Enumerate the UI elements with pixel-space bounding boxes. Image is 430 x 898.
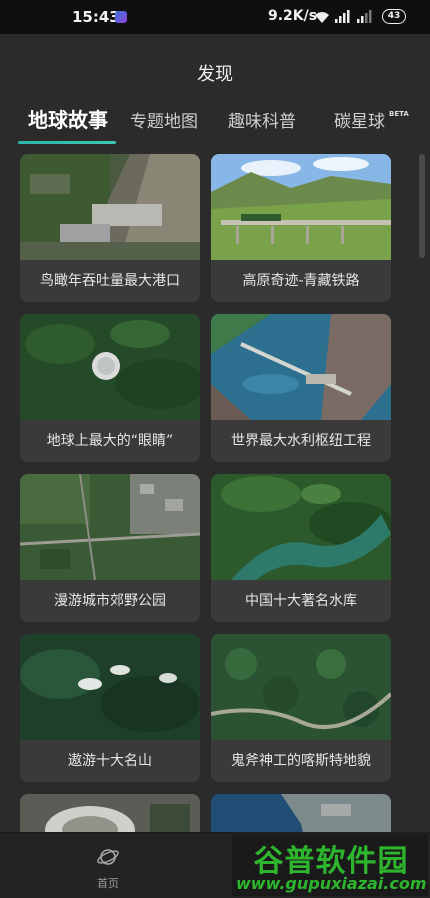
tab-fun-science[interactable]: 趣味科普 [228,107,296,132]
watermark: 谷普软件园 www.gupuxiazai.com [232,834,428,896]
reservoir-aerial-image [211,474,391,580]
discover-page: 发现 地球故事 专题地图 趣味科普 碳星球 BETA 鸟瞰年吞吐量最大港口 高原… [0,34,430,898]
nav-home-label: 首页 [97,877,119,890]
beta-badge: BETA [389,110,409,118]
planet-icon [97,849,119,865]
scrollbar[interactable] [419,154,425,258]
card-title: 世界最大水利枢纽工程 [211,420,391,462]
story-card-railway[interactable]: 高原奇迹-青藏铁路 [211,154,391,302]
tab-bar: 地球故事 专题地图 趣味科普 碳星球 BETA [0,106,430,146]
telescope-aerial-image [20,314,200,420]
card-title: 漫游城市郊野公园 [20,580,200,622]
park-aerial-image [20,474,200,580]
wifi-icon [315,12,329,23]
story-card-reservoir[interactable]: 中国十大著名水库 [211,474,391,622]
story-card-telescope[interactable]: 地球上最大的“眼睛” [20,314,200,462]
story-card-dam[interactable]: 世界最大水利枢纽工程 [211,314,391,462]
status-time: 15:43 [72,8,120,26]
tab-earth-stories[interactable]: 地球故事 [28,104,108,133]
active-tab-indicator [18,141,116,144]
card-title: 中国十大著名水库 [211,580,391,622]
railway-landscape-image [211,154,391,260]
page-title: 发现 [197,64,233,85]
signal-icon-2 [357,10,372,23]
card-title: 鸟瞰年吞吐量最大港口 [20,260,200,302]
tab-thematic-maps[interactable]: 专题地图 [130,107,198,132]
karst-aerial-image [211,634,391,740]
signal-icon [335,10,350,23]
app-notification-icon [115,11,127,23]
network-speed: 9.2K/s [268,8,318,24]
story-card-park[interactable]: 漫游城市郊野公园 [20,474,200,622]
status-bar: 15:43 9.2K/s 43 [0,0,430,34]
tab-carbon-planet[interactable]: 碳星球 [334,107,385,132]
mountains-aerial-image [20,634,200,740]
story-card-mountains[interactable]: 遨游十大名山 [20,634,200,782]
card-title: 遨游十大名山 [20,740,200,782]
card-title: 高原奇迹-青藏铁路 [211,260,391,302]
port-aerial-image [20,154,200,260]
card-title: 鬼斧神工的喀斯特地貌 [211,740,391,782]
story-card-karst[interactable]: 鬼斧神工的喀斯特地貌 [211,634,391,782]
card-title: 地球上最大的“眼睛” [20,420,200,462]
nav-home[interactable]: 首页 [86,843,130,891]
battery-indicator: 43 [382,9,406,24]
dam-aerial-image [211,314,391,420]
story-card-port[interactable]: 鸟瞰年吞吐量最大港口 [20,154,200,302]
watermark-url: www.gupuxiazai.com [236,874,427,893]
